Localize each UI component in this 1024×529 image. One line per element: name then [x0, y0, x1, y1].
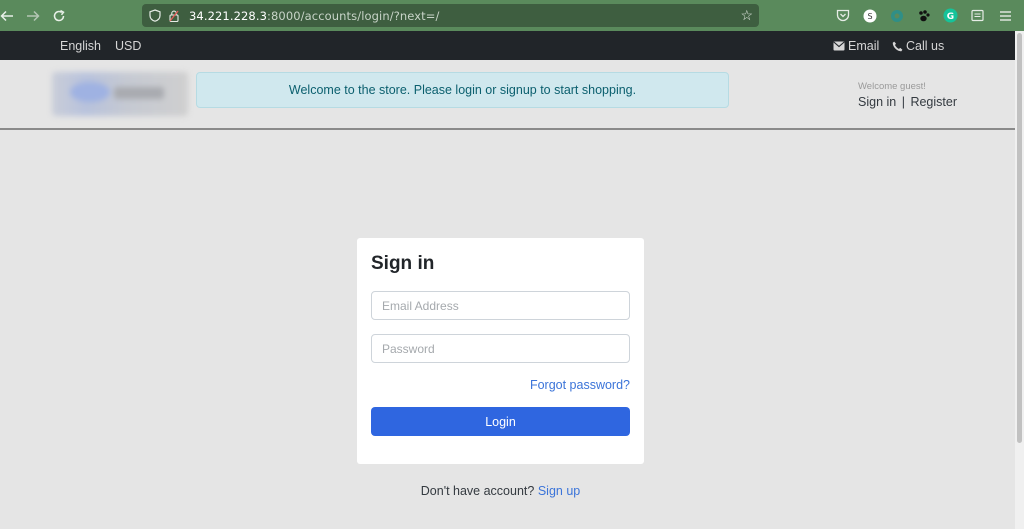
logo-wordmark	[114, 87, 164, 99]
page-scrollbar[interactable]	[1015, 31, 1024, 529]
login-button[interactable]: Login	[371, 407, 630, 436]
url-text: 34.221.228.3:8000/accounts/login/?next=/	[189, 9, 440, 23]
call-link[interactable]: Call us	[892, 39, 944, 53]
signup-prompt-text: Don't have account?	[420, 484, 535, 498]
reload-icon[interactable]	[48, 5, 70, 27]
address-bar[interactable]: 34.221.228.3:8000/accounts/login/?next=/…	[142, 4, 759, 27]
email-link[interactable]: Email	[833, 39, 879, 53]
pocket-icon[interactable]	[834, 7, 851, 24]
arrow-right-icon[interactable]	[22, 5, 44, 27]
auth-links: Sign in | Register	[858, 95, 957, 109]
arrow-left-icon[interactable]	[0, 5, 18, 27]
extension-s-icon[interactable]: S	[861, 7, 878, 24]
envelope-icon	[833, 41, 845, 51]
signup-prompt: Don't have account? Sign up	[0, 484, 1001, 498]
url-host: 34.221.228.3	[189, 8, 268, 23]
register-link[interactable]: Register	[910, 95, 957, 109]
top-strip: English USD Email Call us	[0, 31, 1015, 60]
url-path: :8000/accounts/login/?next=/	[267, 8, 440, 23]
logo-mark	[70, 82, 110, 102]
forgot-password-link[interactable]: Forgot password?	[530, 378, 630, 392]
email-label: Email	[848, 39, 880, 53]
email-field[interactable]	[371, 291, 630, 320]
extension-gear-icon[interactable]	[888, 7, 905, 24]
login-title: Sign in	[371, 253, 435, 274]
phone-icon	[892, 41, 903, 51]
browser-toolbar: 34.221.228.3:8000/accounts/login/?next=/…	[0, 0, 1024, 31]
welcome-alert: Welcome to the store. Please login or si…	[196, 72, 729, 108]
language-selector[interactable]: English	[60, 39, 101, 53]
scrollbar-thumb[interactable]	[1017, 33, 1022, 443]
star-icon[interactable]: ☆	[740, 7, 753, 24]
login-card: Sign in Forgot password? Login	[357, 238, 644, 464]
call-label: Call us	[906, 39, 945, 53]
signin-link[interactable]: Sign in	[858, 95, 896, 109]
grammarly-icon[interactable]: G	[942, 7, 959, 24]
shield-icon[interactable]	[149, 9, 163, 22]
reader-icon[interactable]	[969, 7, 986, 24]
site-header: Welcome to the store. Please login or si…	[0, 60, 1015, 130]
svg-text:S: S	[867, 12, 872, 21]
currency-selector[interactable]: USD	[115, 39, 141, 53]
auth-separator: |	[901, 95, 905, 109]
welcome-text: Welcome guest!	[858, 81, 926, 92]
hamburger-icon[interactable]	[997, 7, 1014, 24]
extension-paw-icon[interactable]	[915, 7, 932, 24]
svg-text:G: G	[947, 12, 954, 22]
password-field[interactable]	[371, 334, 630, 363]
signup-link[interactable]: Sign up	[538, 484, 580, 498]
store-logo[interactable]	[52, 72, 188, 116]
lock-icon[interactable]	[169, 10, 181, 22]
